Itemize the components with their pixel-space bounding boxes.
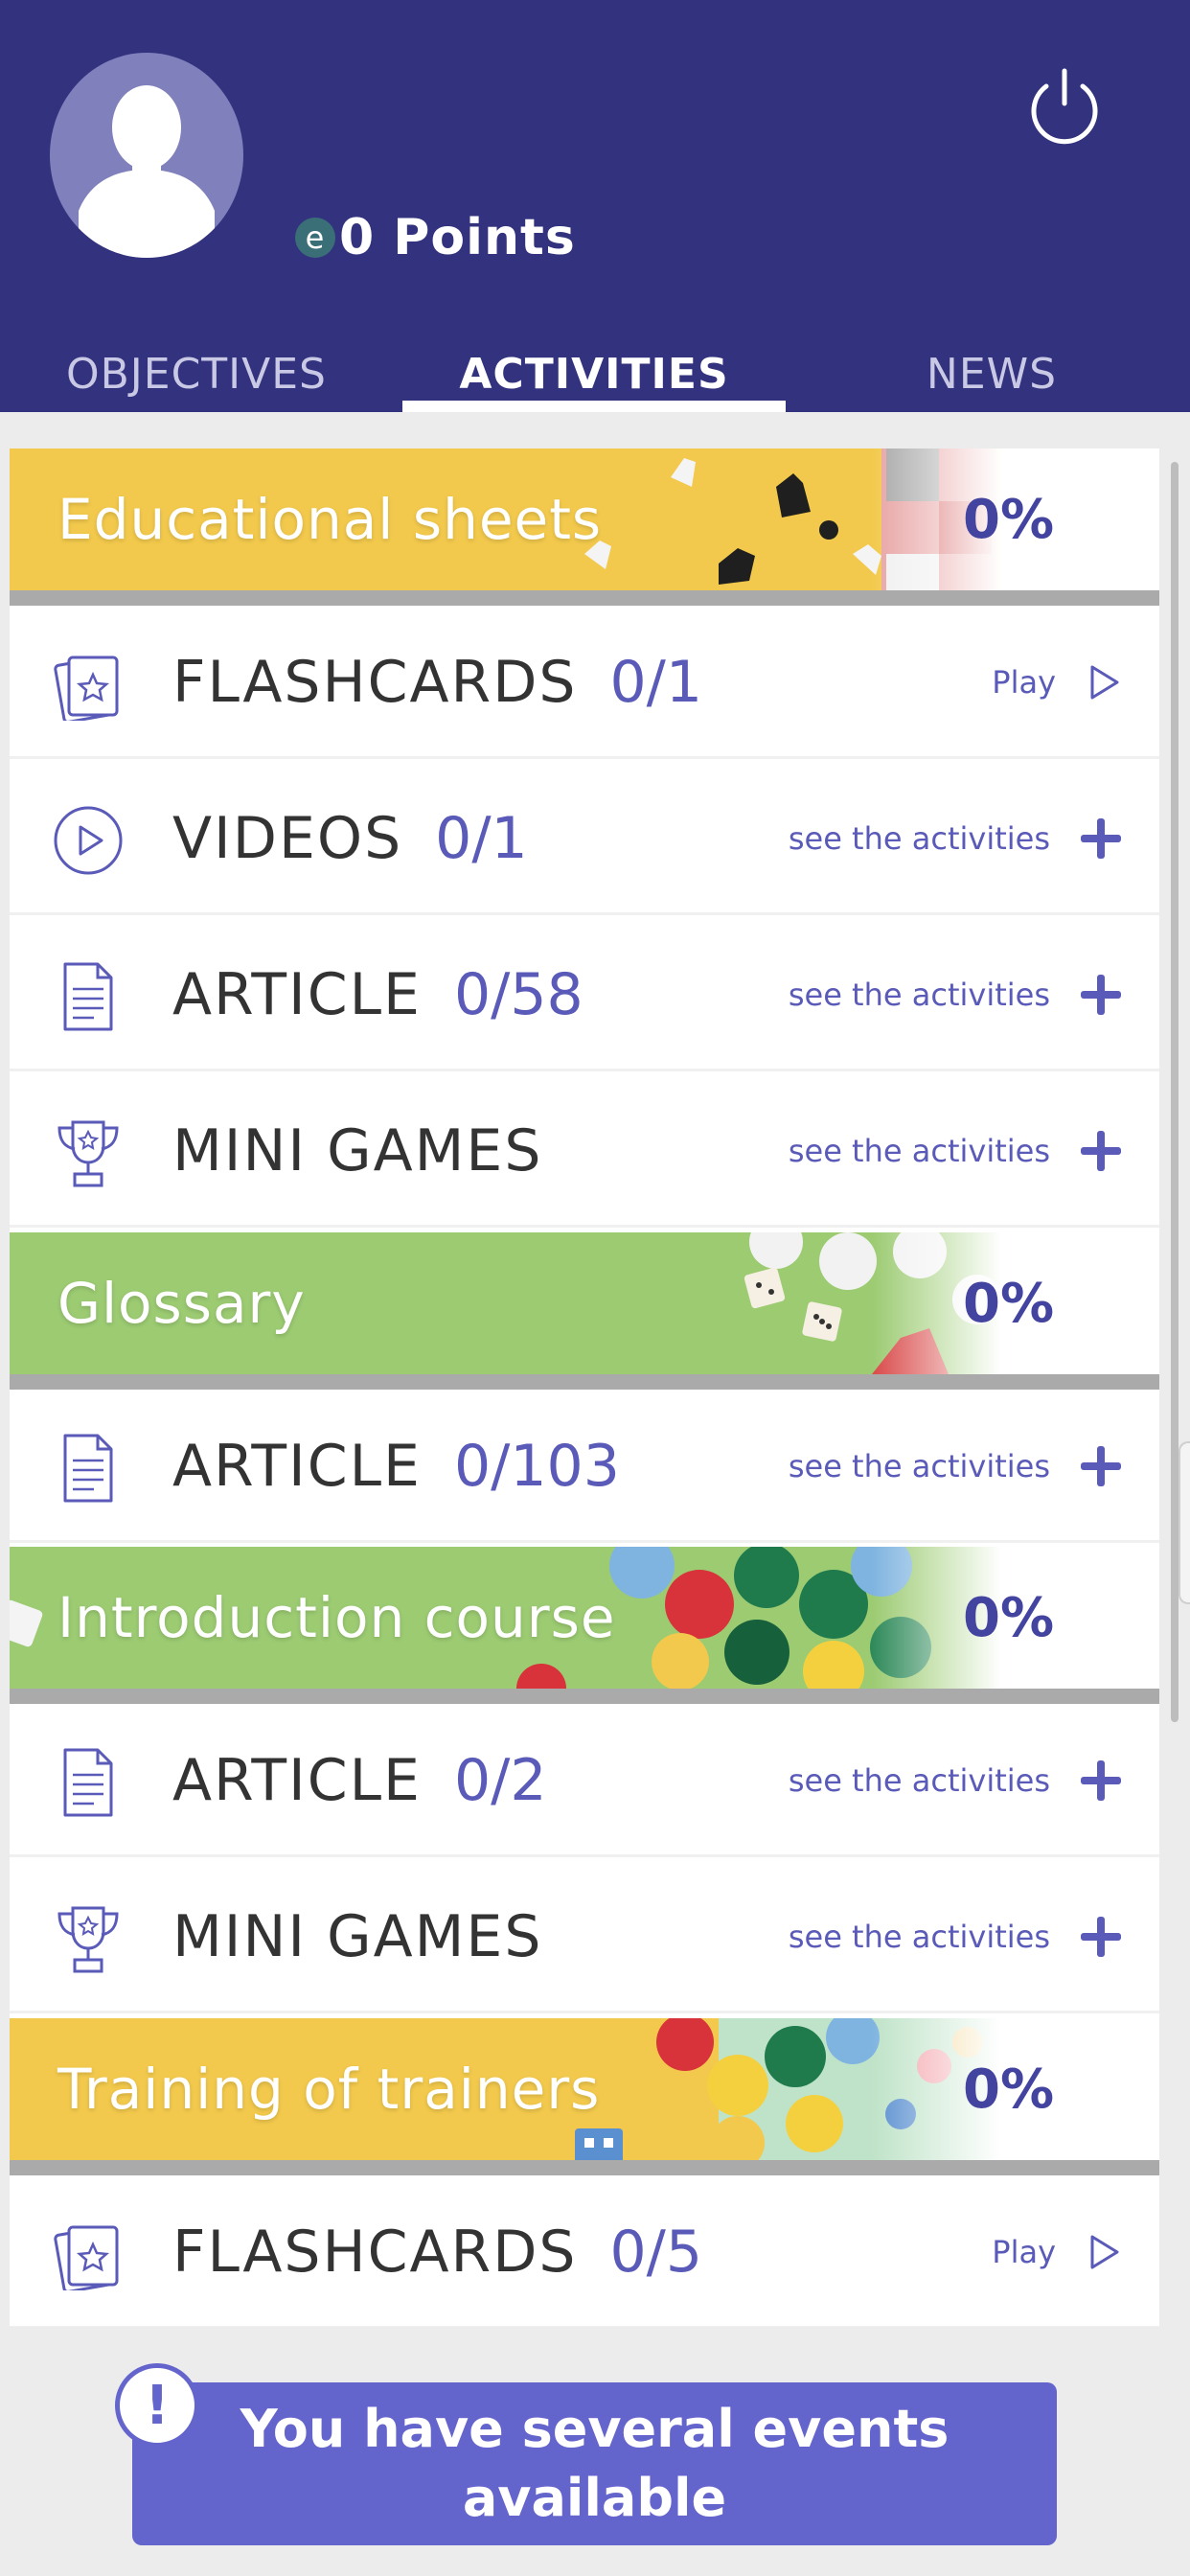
events-available-label: You have several events available <box>240 2399 950 2528</box>
section-title: Educational sheets <box>57 487 603 552</box>
see-activities-label: see the activities <box>788 1919 1050 1955</box>
activity-title: VIDEOS 0/1 <box>172 762 528 915</box>
activity-title: MINI GAMES <box>172 1860 542 2013</box>
article-icon <box>63 1748 113 1817</box>
activity-count: 0/5 <box>609 2219 703 2286</box>
article-icon <box>63 1434 113 1503</box>
points-label: 0 Points <box>339 209 576 266</box>
user-silhouette-icon <box>79 85 215 258</box>
power-icon[interactable] <box>1023 65 1106 148</box>
tab-objectives[interactable]: OBJECTIVES <box>38 335 355 412</box>
see-activities-button[interactable]: see the activities <box>789 1860 1123 2013</box>
see-activities-label: see the activities <box>788 1448 1050 1484</box>
section-banner-educational-sheets[interactable]: Educational sheets 0% <box>10 448 1159 590</box>
plus-icon <box>1081 1917 1121 1957</box>
see-activities-label: see the activities <box>788 1762 1050 1799</box>
play-label: Play <box>992 664 1056 701</box>
activity-title: MINI GAMES <box>172 1074 542 1228</box>
alert-icon: ! <box>115 2363 199 2448</box>
activity-name: ARTICLE <box>172 961 422 1028</box>
plus-icon <box>1081 1760 1121 1801</box>
activity-count: 0/1 <box>609 649 703 716</box>
flashcard-icon <box>54 656 119 721</box>
see-activities-label: see the activities <box>788 820 1050 857</box>
active-tab-indicator <box>402 401 786 412</box>
activity-name: FLASHCARDS <box>172 2219 578 2286</box>
section-divider <box>10 590 1159 606</box>
section-banner-introduction-course[interactable]: Introduction course 0% <box>10 1547 1159 1689</box>
activity-row-article[interactable]: ARTICLE 0/103 see the activities <box>10 1390 1159 1543</box>
activity-count: 0/2 <box>453 1747 547 1814</box>
activity-row-mini-games[interactable]: MINI GAMES see the activities <box>10 1074 1159 1228</box>
activity-title: ARTICLE 0/2 <box>172 1704 547 1857</box>
section-title: Introduction course <box>57 1585 616 1650</box>
section-divider <box>10 1374 1159 1390</box>
section-percent: 0% <box>963 2058 1055 2121</box>
activity-title: FLASHCARDS 0/5 <box>172 2175 702 2327</box>
activity-title: ARTICLE 0/103 <box>172 1390 620 1543</box>
play-icon <box>1090 665 1119 700</box>
activity-row-article[interactable]: ARTICLE 0/58 see the activities <box>10 918 1159 1071</box>
plus-icon <box>1081 1131 1121 1171</box>
section-title: Training of trainers <box>57 2057 601 2122</box>
article-icon <box>63 962 113 1031</box>
play-label: Play <box>992 2234 1056 2270</box>
section-title: Glossary <box>57 1271 306 1336</box>
scrollbar[interactable] <box>1171 462 1179 1722</box>
trophy-icon <box>57 1120 119 1187</box>
activity-count: 0/1 <box>435 805 528 872</box>
activity-row-flashcards[interactable]: FLASHCARDS 0/1 Play <box>10 606 1159 759</box>
activity-name: VIDEOS <box>172 805 403 872</box>
see-activities-label: see the activities <box>788 1133 1050 1169</box>
section-percent: 0% <box>963 1272 1055 1335</box>
activity-count: 0/103 <box>453 1433 620 1500</box>
activity-row-videos[interactable]: VIDEOS 0/1 see the activities <box>10 762 1159 915</box>
trophy-icon <box>57 1906 119 1973</box>
side-edge-handle[interactable] <box>1179 1441 1190 1604</box>
see-activities-button[interactable]: see the activities <box>789 1074 1123 1228</box>
activity-title: ARTICLE 0/58 <box>172 918 584 1071</box>
video-icon <box>54 806 123 875</box>
section-percent: 0% <box>963 488 1055 551</box>
activity-name: FLASHCARDS <box>172 649 578 716</box>
activity-title: FLASHCARDS 0/1 <box>172 606 702 759</box>
activity-name: ARTICLE <box>172 1747 422 1814</box>
activity-row-article[interactable]: ARTICLE 0/2 see the activities <box>10 1704 1159 1857</box>
play-icon <box>1090 2235 1119 2269</box>
section-banner-glossary[interactable]: Glossary 0% <box>10 1232 1159 1374</box>
see-activities-button[interactable]: see the activities <box>789 918 1123 1071</box>
activity-row-flashcards[interactable]: FLASHCARDS 0/5 Play <box>10 2175 1159 2327</box>
section-percent: 0% <box>963 1586 1055 1649</box>
see-activities-button[interactable]: see the activities <box>789 762 1123 915</box>
section-divider <box>10 2160 1159 2175</box>
activity-name: MINI GAMES <box>172 1903 543 1970</box>
avatar[interactable] <box>50 53 243 258</box>
see-activities-button[interactable]: see the activities <box>789 1390 1123 1543</box>
section-banner-training-of-trainers[interactable]: Training of trainers 0% <box>10 2018 1159 2160</box>
see-activities-label: see the activities <box>788 977 1050 1013</box>
points-coin-icon: e <box>295 218 335 258</box>
plus-icon <box>1081 975 1121 1015</box>
play-button[interactable]: Play <box>992 2175 1123 2327</box>
play-button[interactable]: Play <box>992 606 1123 759</box>
events-available-button[interactable]: You have several events available <box>132 2382 1057 2545</box>
section-divider <box>10 1689 1159 1704</box>
see-activities-button[interactable]: see the activities <box>789 1704 1123 1857</box>
activity-name: MINI GAMES <box>172 1117 543 1184</box>
activities-list[interactable]: Educational sheets 0% FLASHCARDS 0/1 Pla… <box>10 448 1159 2327</box>
flashcard-icon <box>54 2225 119 2290</box>
points-display: e 0 Points <box>295 206 576 269</box>
plus-icon <box>1081 818 1121 859</box>
activity-row-mini-games[interactable]: MINI GAMES see the activities <box>10 1860 1159 2013</box>
activity-count: 0/58 <box>453 961 584 1028</box>
plus-icon <box>1081 1446 1121 1486</box>
activity-name: ARTICLE <box>172 1433 422 1500</box>
tab-news[interactable]: NEWS <box>862 335 1121 412</box>
